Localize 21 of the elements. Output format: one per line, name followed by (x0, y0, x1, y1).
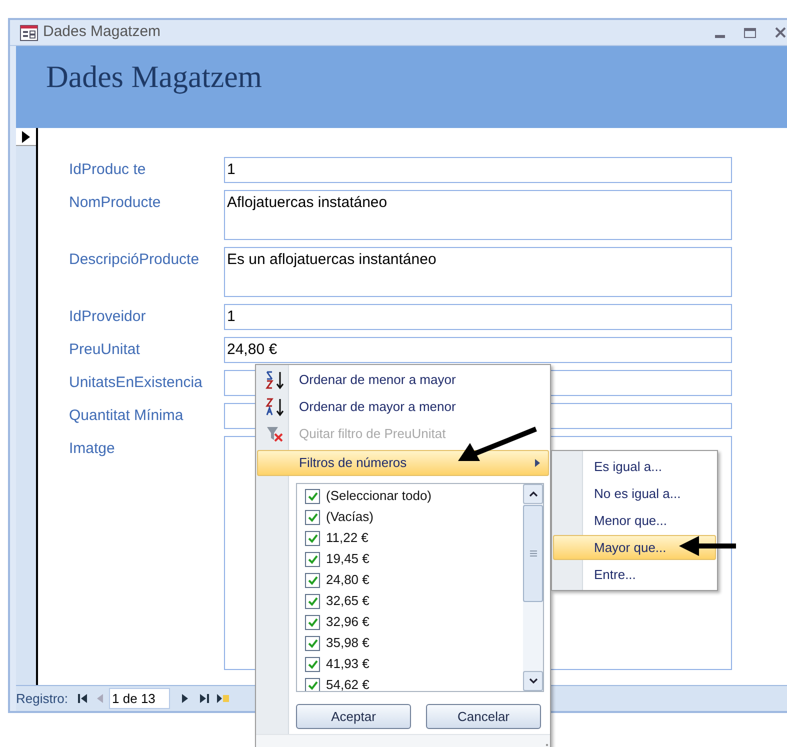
form-title: Dades Magatzem (46, 58, 262, 96)
field-label: IdProduc te (69, 161, 146, 178)
field-label: UnitatsEnExistencia (69, 374, 202, 391)
window-title: Dades Magatzem (43, 22, 161, 42)
value-label: 24,80 € (326, 571, 370, 590)
value-label: 19,45 € (326, 550, 370, 568)
field-label: Imatge (69, 440, 115, 457)
value-label: 35,98 € (326, 634, 370, 652)
value-label: 41,93 € (326, 655, 370, 674)
value-label: 32,65 € (326, 592, 370, 610)
value-label: 32,96 € (326, 613, 370, 632)
field-label: Quantitat Mínima (69, 407, 184, 424)
value-label: 54,62 € (326, 676, 370, 691)
value-label: 11,22 € (326, 529, 368, 548)
value-label: (Vacías) (326, 508, 374, 526)
value-label: (Seleccionar todo) (326, 487, 432, 506)
field-label: DescripcióProducte (69, 251, 200, 268)
field-label: NomProducte (69, 194, 161, 211)
field-label: IdProveidor (69, 308, 146, 325)
field-label: PreuUnitat (69, 341, 140, 358)
record-label: Registro: (16, 690, 68, 708)
